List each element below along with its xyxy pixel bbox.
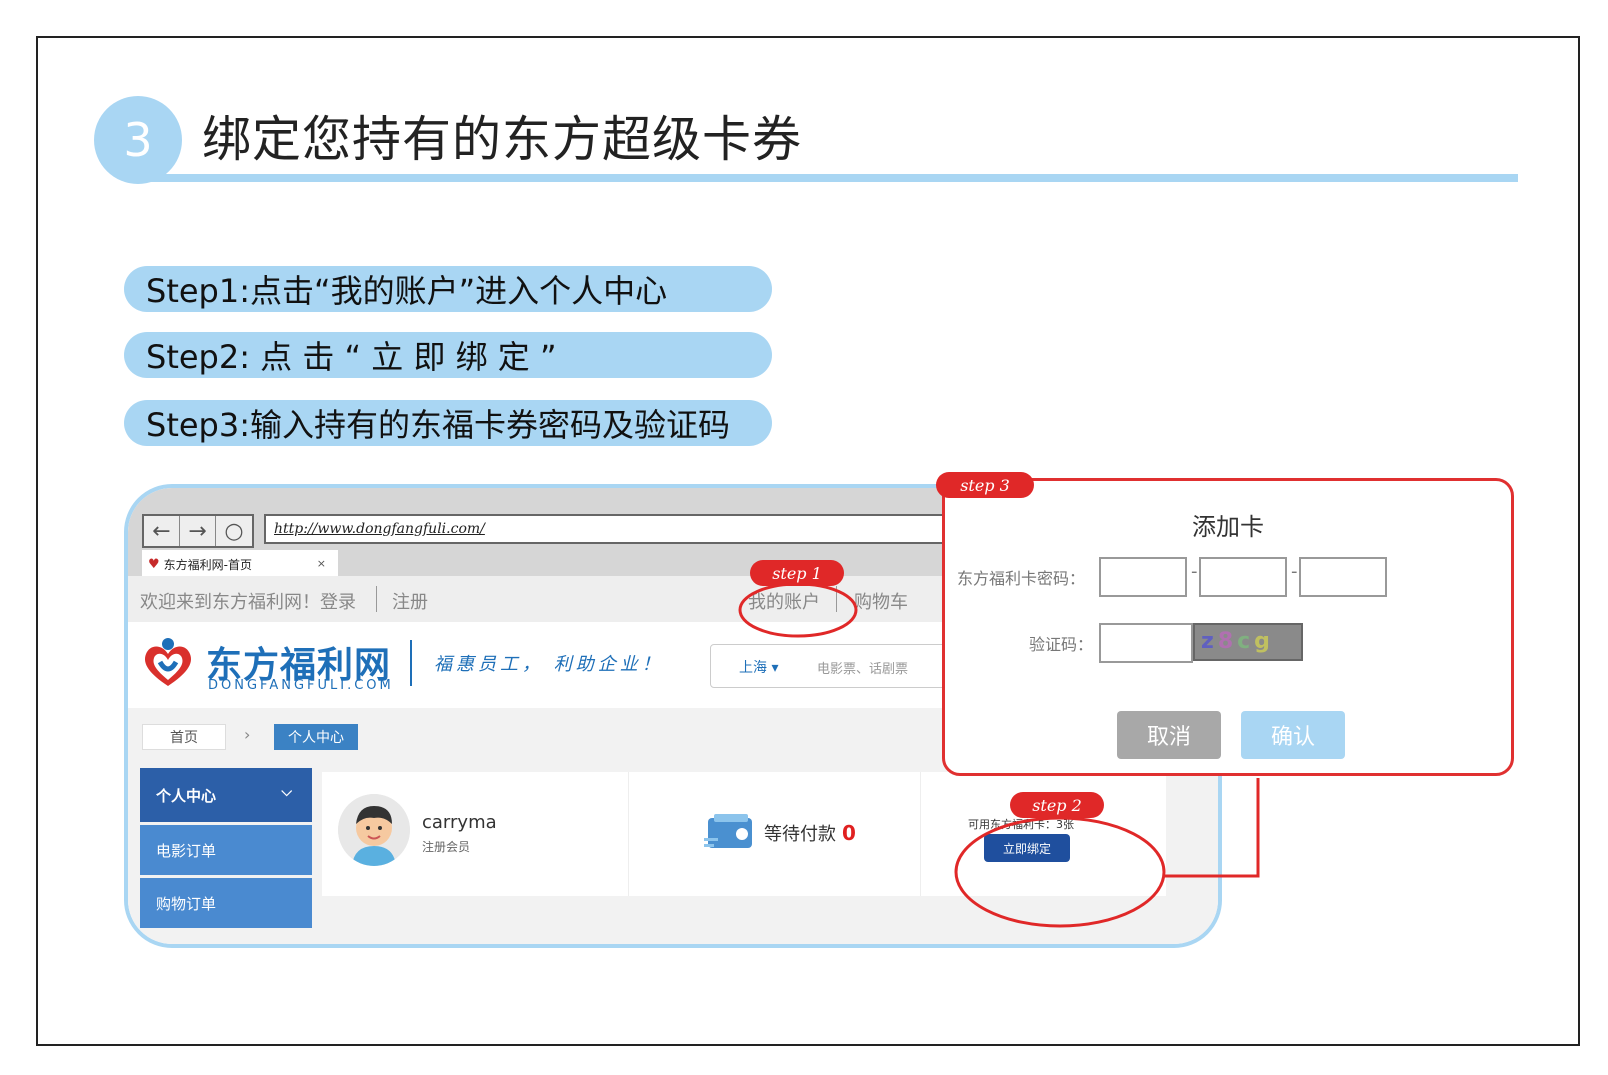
pending-payment-count: 0 xyxy=(842,821,856,845)
tab-title: 东方福利网-首页 xyxy=(163,557,252,572)
header-divider xyxy=(410,640,412,686)
captcha-char: 8 xyxy=(1217,629,1238,654)
panel-divider xyxy=(920,772,921,896)
tab-close-icon[interactable]: × xyxy=(317,557,326,570)
breadcrumb-chevron-icon: › xyxy=(244,725,251,744)
city-selector[interactable]: 上海 ▾ xyxy=(739,657,778,677)
bind-now-button[interactable]: 立即绑定 xyxy=(984,834,1070,862)
pending-payment[interactable]: 等待付款 0 xyxy=(764,820,856,846)
sidebar-item-label: 购物订单 xyxy=(156,894,217,913)
section-number-badge: 3 xyxy=(94,96,182,184)
pending-payment-label: 等待付款 xyxy=(764,824,836,845)
step1-instruction: Step1:点击“我的账户”进入个人中心 xyxy=(124,266,772,312)
account-sidebar: 个人中心 ⌵ 电影订单 购物订单 xyxy=(140,768,312,931)
sidebar-item-label: 个人中心 xyxy=(156,786,217,805)
brand-slogan: 福惠员工， 利助企业！ xyxy=(434,654,664,675)
back-arrow-icon[interactable]: ← xyxy=(144,516,180,546)
step2-instruction: Step2: 点 击 “ 立 即 绑 定 ” xyxy=(124,332,772,378)
breadcrumb-home[interactable]: 首页 xyxy=(142,724,226,750)
card-password-field-1[interactable] xyxy=(1099,557,1187,597)
topbar-divider xyxy=(376,586,377,612)
captcha-char: z xyxy=(1201,629,1218,654)
card-password-field-2[interactable] xyxy=(1199,557,1287,597)
step1-badge: step 1 xyxy=(750,560,844,586)
breadcrumb-current[interactable]: 个人中心 xyxy=(274,724,358,750)
browser-nav-buttons: ← → ○ xyxy=(142,514,254,548)
wallet-icon xyxy=(704,814,752,848)
sidebar-item-shopping-orders[interactable]: 购物订单 xyxy=(140,878,312,928)
card-password-label: 东方福利卡密码： xyxy=(957,569,1086,588)
captcha-char: c xyxy=(1237,629,1255,654)
username: carryma xyxy=(422,812,497,833)
brand-logo-icon[interactable] xyxy=(140,636,196,690)
brand-domain: DONGFANGFULI.COM xyxy=(208,678,394,693)
captcha-char: g xyxy=(1254,629,1274,654)
step3-instruction: Step3:输入持有的东福卡券密码及验证码 xyxy=(124,400,772,446)
section-title: 绑定您持有的东方超级卡券 xyxy=(202,111,803,168)
title-underline xyxy=(150,174,1518,182)
account-summary-panel: carryma 注册会员 等待付款 0 可用东方福利卡：3张 立即绑定 xyxy=(322,772,1166,896)
sidebar-item-movie-orders[interactable]: 电影订单 xyxy=(140,825,312,875)
site-favicon-icon: ♥ xyxy=(148,556,160,572)
add-card-dialog: 添加卡 东方福利卡密码： - - 验证码： z8cg 取消 确认 xyxy=(942,478,1514,776)
captcha-input[interactable] xyxy=(1099,623,1193,663)
search-box[interactable]: 上海 ▾ 电影票、话剧票 xyxy=(710,644,972,688)
search-input[interactable]: 电影票、话剧票 xyxy=(817,658,908,677)
chevron-down-icon: ⌵ xyxy=(281,784,292,800)
cart-link[interactable]: 购物车 xyxy=(854,588,908,614)
field-separator: - xyxy=(1291,561,1298,582)
available-cards-label: 可用东方福利卡：3张 xyxy=(968,818,1074,831)
avatar xyxy=(338,794,410,866)
cancel-button[interactable]: 取消 xyxy=(1117,711,1221,759)
captcha-image[interactable]: z8cg xyxy=(1193,623,1303,661)
step3-badge: step 3 xyxy=(936,472,1034,498)
welcome-login-link[interactable]: 欢迎来到东方福利网！登录 xyxy=(140,588,356,614)
confirm-button[interactable]: 确认 xyxy=(1241,711,1345,759)
captcha-label: 验证码： xyxy=(1029,635,1094,654)
sidebar-item-label: 电影订单 xyxy=(156,841,217,860)
sidebar-item-personal-center[interactable]: 个人中心 ⌵ xyxy=(140,768,312,822)
register-link[interactable]: 注册 xyxy=(392,588,428,614)
card-password-field-3[interactable] xyxy=(1299,557,1387,597)
topbar-divider xyxy=(836,586,837,612)
dialog-title: 添加卡 xyxy=(1192,513,1264,541)
my-account-link[interactable]: 我的账户 xyxy=(748,588,820,614)
panel-divider xyxy=(628,772,629,896)
step2-badge: step 2 xyxy=(1010,792,1104,818)
browser-tab[interactable]: ♥ 东方福利网-首页 × xyxy=(142,550,338,578)
refresh-icon[interactable]: ○ xyxy=(216,516,252,546)
field-separator: - xyxy=(1191,561,1198,582)
forward-arrow-icon[interactable]: → xyxy=(180,516,216,546)
user-role: 注册会员 xyxy=(422,840,471,854)
